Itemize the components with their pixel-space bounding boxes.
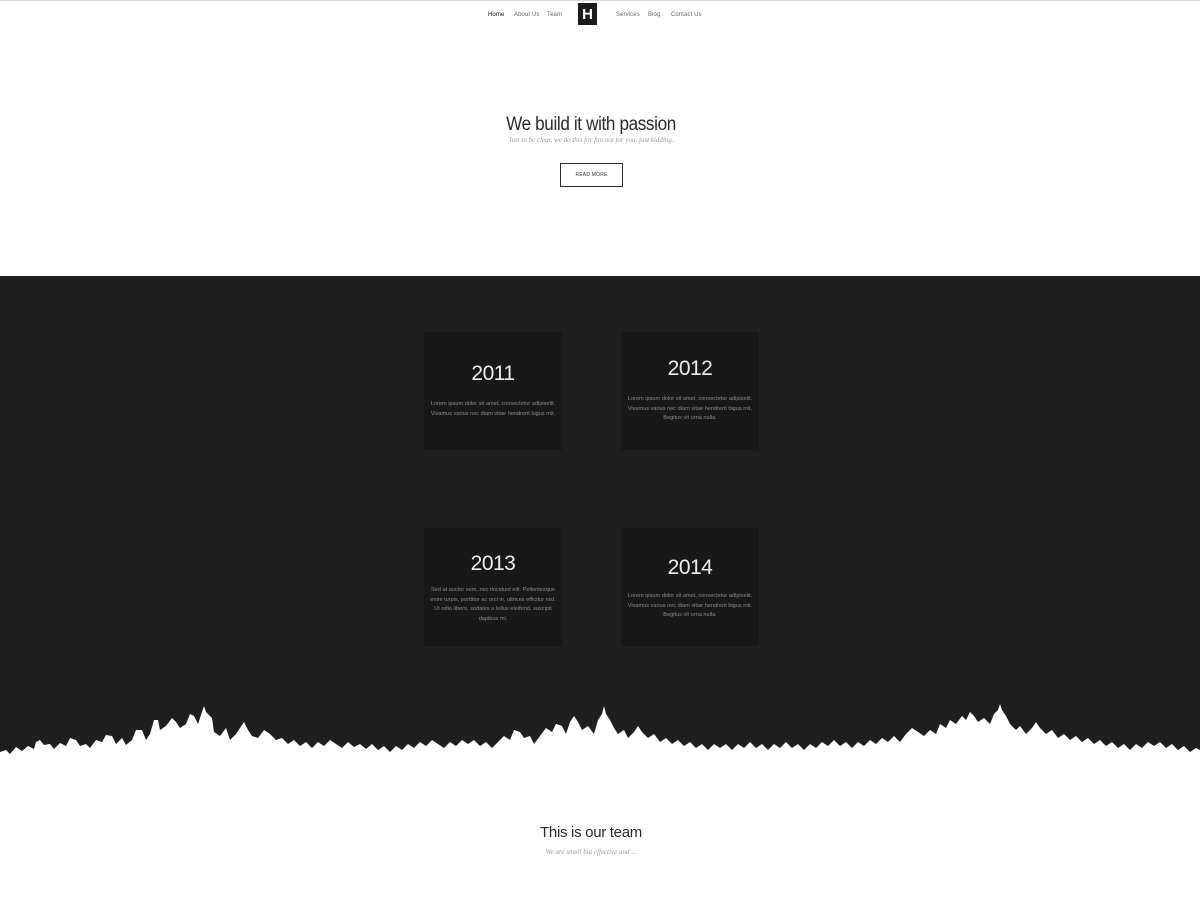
hero-title: We build it with passion [506, 114, 676, 135]
timeline-card-2012: 2012 Lorem ipsum dolor sit amet, consect… [621, 332, 759, 450]
card-year: 2013 [470, 552, 516, 575]
card-text: Lorem ipsum dolor sit amet, consectetur … [430, 401, 556, 417]
card-text: Lorem ipsum dolor sit amet, consectetur … [627, 593, 753, 618]
timeline-card-2013: 2013 Sed at auctor sem, nec tincidunt el… [424, 528, 562, 646]
card-text: Sed at auctor sem, nec tincidunt elit. P… [430, 587, 556, 622]
team-subtitle: We are small but effective and ... [545, 848, 637, 856]
timeline-card-2014: 2014 Lorem ipsum dolor sit amet, consect… [621, 528, 759, 646]
nav-home[interactable]: Home [488, 12, 504, 18]
nav-contact-us[interactable]: Contact Us [671, 12, 702, 18]
timeline-card-2011: 2011 Lorem ipsum dolor sit amet, consect… [424, 332, 562, 450]
card-year: 2011 [471, 362, 515, 385]
nav-services[interactable]: Services [616, 12, 640, 18]
hero-subtitle: Just to be clear, we do this for fun not… [508, 136, 674, 144]
nav-about-us[interactable]: About Us [514, 12, 539, 18]
card-year: 2014 [667, 556, 713, 579]
nav-team[interactable]: Team [547, 12, 562, 18]
city-skyline-illustration [0, 700, 1200, 780]
main-navigation: Home About Us Team H Services Blog Conta… [0, 0, 1200, 30]
read-more-button[interactable]: READ MORE [560, 163, 623, 187]
timeline-section: 2011 Lorem ipsum dolor sit amet, consect… [0, 276, 1200, 766]
card-text: Lorem ipsum dolor sit amet, consectetur … [627, 396, 753, 421]
logo[interactable]: H [578, 3, 597, 25]
card-year: 2012 [667, 357, 713, 380]
team-title: This is our team [540, 824, 642, 841]
nav-blog[interactable]: Blog [648, 12, 660, 18]
